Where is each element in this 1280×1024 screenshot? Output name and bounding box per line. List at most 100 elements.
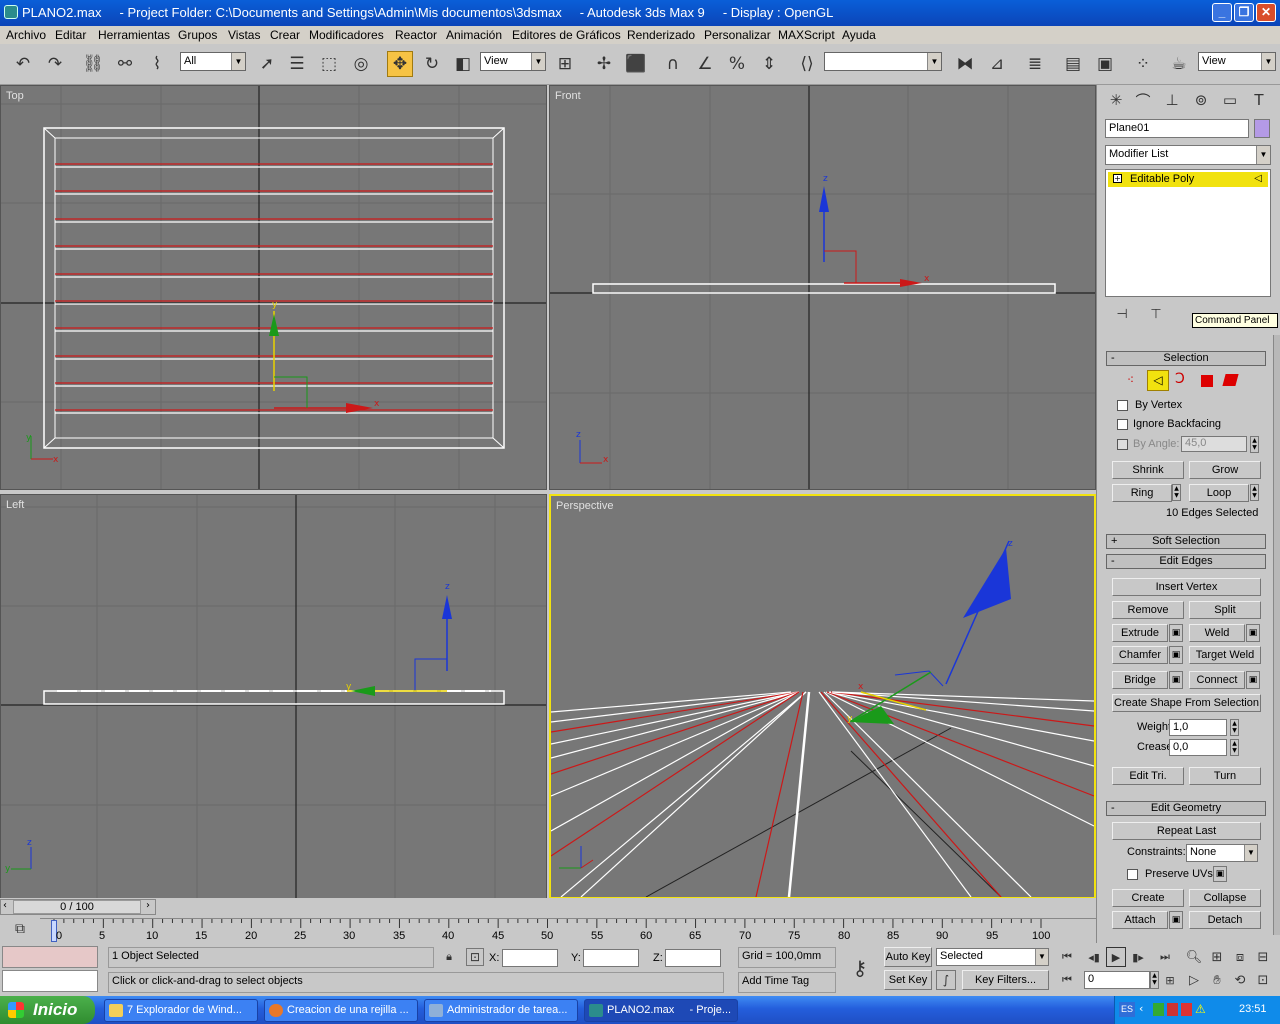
weld-button[interactable]: Weld (1189, 624, 1245, 642)
arc-rotate-icon[interactable]: ⟲ (1230, 970, 1250, 990)
by-angle-spinner[interactable]: ▲ ▼ (1250, 436, 1259, 453)
menu-animacion[interactable]: Animación (446, 28, 502, 42)
maxscript-listener-mini[interactable] (2, 946, 98, 968)
chamfer-button[interactable]: Chamfer (1112, 646, 1168, 664)
extrude-settings-button[interactable]: ▣ (1169, 624, 1183, 642)
menu-editores-graficos[interactable]: Editores de Gráficos (512, 28, 621, 42)
bridge-settings-button[interactable]: ▣ (1169, 671, 1183, 689)
loop-spinner[interactable]: ▲ ▼ (1250, 484, 1259, 501)
ring-button[interactable]: Ring (1112, 484, 1172, 502)
layer-manager-icon[interactable]: ≣ (1022, 51, 1048, 77)
grow-button[interactable]: Grow (1189, 461, 1261, 479)
render-setup-icon[interactable]: ☕ (1166, 51, 1192, 77)
target-weld-button[interactable]: Target Weld (1189, 646, 1261, 664)
z-coordinate-field[interactable] (665, 949, 721, 967)
remove-button[interactable]: Remove (1112, 601, 1184, 619)
percent-snap-icon[interactable]: % (724, 51, 750, 77)
zoom-icon[interactable]: 🔍︎ (1184, 947, 1204, 967)
by-vertex-checkbox[interactable] (1117, 400, 1128, 411)
manipulate-icon[interactable]: ✢ (591, 51, 617, 77)
attach-settings-button[interactable]: ▣ (1169, 911, 1183, 929)
absolute-mode-icon[interactable]: ⊡ (466, 948, 484, 966)
hierarchy-tab-icon[interactable]: ⊥ (1159, 87, 1185, 113)
frame-counter[interactable]: 0 / 100 (13, 900, 141, 914)
select-object-icon[interactable]: ➚ (254, 51, 280, 77)
pivot-center-icon[interactable]: ⊞ (552, 51, 578, 77)
language-indicator[interactable]: ES (1119, 1002, 1135, 1017)
zoom-extents-icon[interactable]: ⧈ (1230, 947, 1250, 967)
object-color-swatch[interactable] (1254, 119, 1270, 138)
align-icon[interactable]: ⊿ (984, 51, 1010, 77)
bind-spacewarp-icon[interactable]: ⌇ (144, 51, 170, 77)
y-coordinate-field[interactable] (583, 949, 639, 967)
motion-tab-icon[interactable]: ⊚ (1188, 87, 1214, 113)
time-slider[interactable]: ‹ 0 / 100 › (0, 899, 156, 915)
network-icon[interactable] (1153, 1003, 1164, 1016)
pan-view-icon[interactable]: ✋︎ (1207, 970, 1227, 990)
edge-mode-icon[interactable]: ◁ (1147, 370, 1169, 391)
keyboard-shortcut-icon[interactable]: ⬛ (623, 51, 649, 77)
select-by-name-icon[interactable]: ☰ (284, 51, 310, 77)
menu-crear[interactable]: Crear (270, 28, 300, 42)
viewport-label-top[interactable]: Top (6, 90, 24, 102)
close-button[interactable]: ✕ (1256, 3, 1276, 22)
spinner-snap-icon[interactable]: ⇕ (756, 51, 782, 77)
selection-rollout[interactable]: - Selection (1106, 351, 1266, 366)
command-panel-scrollbar[interactable] (1273, 335, 1280, 935)
stack-item-editable-poly[interactable]: + Editable Poly ◁ (1108, 172, 1268, 187)
modify-tab-icon[interactable]: ⌒ (1130, 87, 1156, 113)
viewport-left[interactable]: z y z y Left (0, 494, 547, 899)
current-frame-field[interactable]: 0 (1084, 971, 1150, 989)
maxscript-input-mini[interactable] (2, 970, 98, 992)
zoom-extents-all-icon[interactable]: ⊟ (1253, 947, 1273, 967)
attach-button[interactable]: Attach (1112, 911, 1168, 929)
object-name-field[interactable]: Plane01 (1105, 119, 1249, 138)
by-angle-checkbox[interactable] (1117, 439, 1128, 450)
border-mode-icon[interactable]: Ͻ (1175, 371, 1185, 387)
insert-vertex-button[interactable]: Insert Vertex (1112, 578, 1261, 596)
minimize-button[interactable]: _ (1212, 3, 1232, 22)
key-mode-toggle-icon[interactable]: ⏮ (1057, 970, 1077, 990)
snap-3d-icon[interactable]: ∩ (660, 51, 686, 77)
weight-spinner[interactable]: ▲ ▼ (1230, 719, 1239, 736)
weld-settings-button[interactable]: ▣ (1246, 624, 1260, 642)
by-angle-field[interactable]: 45,0 (1181, 436, 1247, 452)
weight-field[interactable]: 1,0 (1169, 719, 1227, 736)
vertex-mode-icon[interactable]: ⁖ (1127, 373, 1134, 387)
split-button[interactable]: Split (1189, 601, 1261, 619)
shrink-button[interactable]: Shrink (1112, 461, 1184, 479)
default-tangent-icon[interactable]: ∫ (936, 970, 956, 990)
next-frame-icon[interactable]: ▮▸ (1128, 947, 1148, 967)
scale-icon[interactable]: ◧ (450, 51, 476, 77)
create-tab-icon[interactable]: ✳ (1103, 87, 1129, 113)
schematic-view-icon[interactable]: ▣ (1092, 51, 1118, 77)
auto-key-button[interactable]: Auto Key (884, 947, 932, 967)
edit-tri-button[interactable]: Edit Tri. (1112, 767, 1184, 785)
display-tab-icon[interactable]: ▭ (1217, 87, 1243, 113)
security-alert-icon[interactable] (1181, 1003, 1192, 1016)
repeat-last-button[interactable]: Repeat Last (1112, 822, 1261, 840)
soft-selection-rollout[interactable]: + Soft Selection (1106, 534, 1266, 549)
previous-frame-icon[interactable]: ◂▮ (1084, 947, 1104, 967)
time-configuration-icon[interactable]: ⊞ (1160, 970, 1180, 990)
show-end-result-icon[interactable]: ⊤ (1143, 301, 1169, 327)
viewport-perspective[interactable]: z x y Perspective (549, 494, 1096, 899)
mirror-icon[interactable]: ⧓ (952, 51, 978, 77)
ring-spinner[interactable]: ▲ ▼ (1172, 484, 1181, 501)
menu-grupos[interactable]: Grupos (178, 28, 217, 42)
restore-button[interactable]: ❐ (1234, 3, 1254, 22)
go-to-start-icon[interactable]: ⏮ (1057, 947, 1077, 967)
edit-edges-rollout[interactable]: - Edit Edges (1106, 554, 1266, 569)
curve-editor-icon[interactable]: ▤ (1060, 51, 1086, 77)
viewport-label-left[interactable]: Left (6, 499, 24, 511)
menu-renderizado[interactable]: Renderizado (627, 28, 695, 42)
time-slider-prev-icon[interactable]: ‹ (3, 900, 7, 911)
key-filters-button[interactable]: Key Filters... (962, 970, 1049, 990)
connect-settings-button[interactable]: ▣ (1246, 671, 1260, 689)
redo-icon[interactable]: ↷ (42, 51, 68, 77)
menu-vistas[interactable]: Vistas (228, 28, 260, 42)
edit-named-selection-icon[interactable]: ⟨⟩ (794, 51, 820, 77)
bridge-button[interactable]: Bridge (1112, 671, 1168, 689)
add-time-tag[interactable]: Add Time Tag (738, 972, 836, 993)
maximize-viewport-icon[interactable]: ⊡ (1253, 970, 1273, 990)
